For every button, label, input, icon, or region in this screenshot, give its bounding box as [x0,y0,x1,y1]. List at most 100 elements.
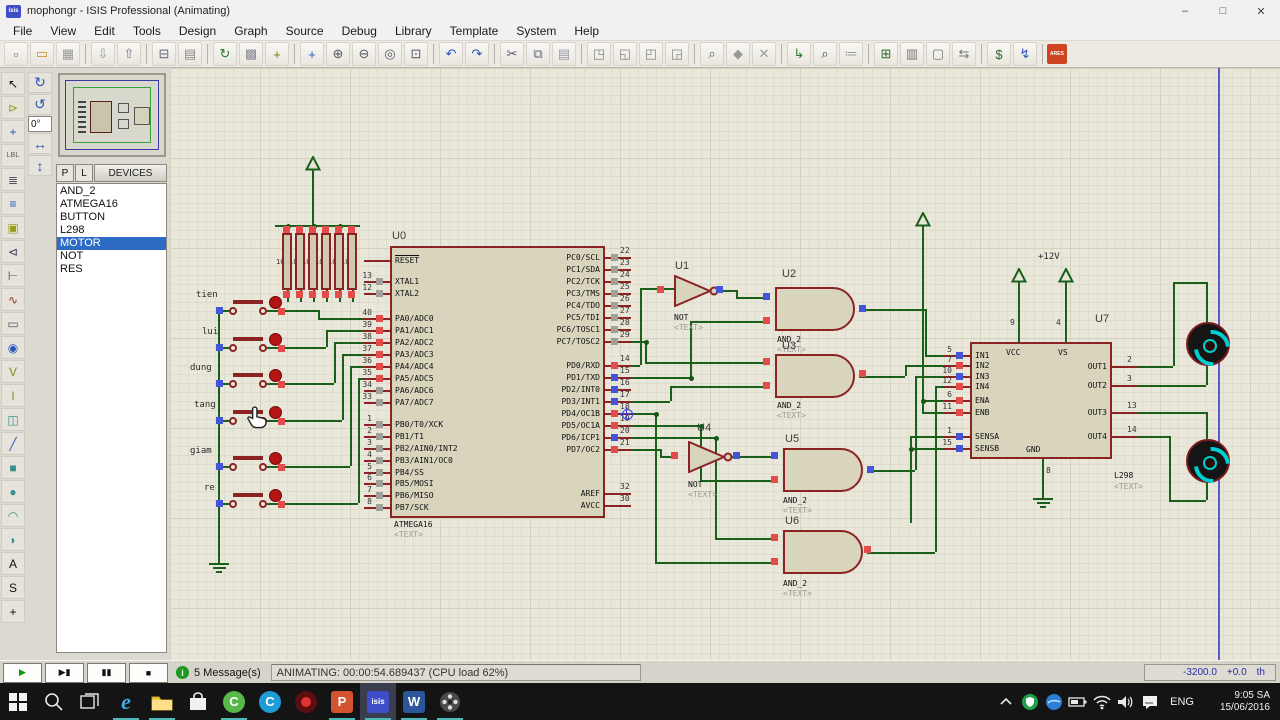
language-indicator[interactable]: ENG [1162,696,1202,708]
tool-line-2d[interactable]: ╱ [1,432,25,455]
pullup-resistor[interactable] [347,233,357,290]
volume-icon[interactable] [1114,683,1138,720]
tool-terminal-mode[interactable]: ⊲ [1,240,25,263]
tool-text-script-mode[interactable]: ≣ [1,168,25,191]
menu-view[interactable]: View [41,23,85,39]
toolbar-block-copy[interactable]: ◳ [587,42,611,66]
toolbar-open-design[interactable]: ▭ [30,42,54,66]
pullup-resistor[interactable] [295,233,305,290]
not-gate-u1[interactable] [674,275,720,312]
toolbar-bill-of-materials[interactable]: $ [987,42,1011,66]
toolbar-block-rotate[interactable]: ◰ [639,42,663,66]
pullup-resistor[interactable] [334,233,344,290]
toolbar-block-delete[interactable]: ◲ [665,42,689,66]
toolbar-toggle-grid[interactable]: ▩ [239,42,263,66]
toolbar-property-assignment[interactable]: ≔ [839,42,863,66]
push-button-lui[interactable] [233,337,263,341]
menu-library[interactable]: Library [386,23,441,39]
taskbar-coc-coc-browser[interactable]: C [216,683,252,720]
sim-step-button[interactable]: ▶▮ [45,663,84,683]
schematic-canvas[interactable]: RESET13XTAL112XTAL240PA0/ADC039PA1/ADC13… [170,68,1280,660]
sidebar-mirror-v-button[interactable]: ↕ [28,155,52,176]
device-item-res[interactable]: RES [57,263,166,276]
driver-u7-body[interactable] [970,342,1112,459]
tool-graph-mode[interactable]: ∿ [1,288,25,311]
restore-button[interactable]: □ [1204,0,1242,22]
device-item-motor[interactable]: MOTOR [57,237,166,250]
pullup-resistor[interactable] [321,233,331,290]
library-button[interactable]: L [75,164,93,182]
tool-marker-2d[interactable]: + [1,600,25,623]
taskbar-edge[interactable]: e [108,683,144,720]
taskbar-store[interactable] [180,683,216,720]
device-item-button[interactable]: BUTTON [57,211,166,224]
sim-pause-button[interactable]: ▮▮ [87,663,126,683]
pullup-resistor[interactable] [282,233,292,290]
menu-system[interactable]: System [507,23,565,39]
toolbar-cut[interactable]: ✂ [500,42,524,66]
toolbar-import-section[interactable]: ⇩ [91,42,115,66]
taskbar-task-view[interactable] [72,683,108,720]
toolbar-goto-sheet[interactable]: ⇆ [952,42,976,66]
toolbar-remove-sheet[interactable]: ▢ [926,42,950,66]
pick-devices-button[interactable]: P [56,164,74,182]
notifications-icon[interactable] [1138,683,1162,720]
toolbar-new-sheet[interactable]: ▥ [900,42,924,66]
tool-wire-label-mode[interactable]: LBL [1,144,25,167]
dc-motor[interactable] [1186,439,1230,483]
wifi-icon[interactable] [1090,683,1114,720]
menu-tools[interactable]: Tools [124,23,170,39]
toolbar-electrical-rule-check[interactable]: ↯ [1013,42,1037,66]
and-gate-u6[interactable] [783,530,863,574]
toolbar-redo[interactable]: ↷ [465,42,489,66]
sidebar-rotate-ccw-button[interactable]: ↺ [28,94,52,115]
toolbar-zoom-out[interactable]: ⊖ [352,42,376,66]
message-count[interactable]: 5 Message(s) [194,667,261,679]
and-gate-u3[interactable] [775,354,855,398]
rotation-angle-field[interactable]: 0° [28,116,52,132]
toolbar-redraw[interactable]: ↻ [213,42,237,66]
toolbar-search-tag[interactable]: ⌕ [813,42,837,66]
sim-play-button[interactable]: ▶ [3,663,42,683]
tool-selection-mode[interactable]: ↖ [1,72,25,95]
taskbar-word[interactable]: W [396,683,432,720]
battery-icon[interactable] [1066,683,1090,720]
minimize-button[interactable]: – [1166,0,1204,22]
tool-component-mode[interactable]: ⊳ [1,96,25,119]
toolbar-pick-parts[interactable]: ⌕ [700,42,724,66]
toolbar-paste[interactable]: ▤ [552,42,576,66]
tool-virtual-instruments-mode[interactable]: ◫ [1,408,25,431]
toolbar-zoom-all[interactable]: ◎ [378,42,402,66]
device-item-not[interactable]: NOT [57,250,166,263]
taskbar-isis-proteus[interactable]: isis [360,683,396,720]
toolbar-origin[interactable]: + [265,42,289,66]
pullup-resistor[interactable] [308,233,318,290]
taskbar-file-explorer[interactable] [144,683,180,720]
menu-source[interactable]: Source [277,23,333,39]
menu-graph[interactable]: Graph [225,23,276,39]
sidebar-rotate-cw-button[interactable]: ↻ [28,72,52,93]
antivirus-icon[interactable] [1018,683,1042,720]
not-gate-u4[interactable] [688,441,734,478]
tool-current-probe-mode[interactable]: I [1,384,25,407]
and-gate-u2[interactable] [775,287,855,331]
toolbar-save-design[interactable]: ▦ [56,42,80,66]
tool-circle-2d[interactable]: ● [1,480,25,503]
menu-template[interactable]: Template [441,23,508,39]
menu-help[interactable]: Help [565,23,608,39]
push-button-dung[interactable] [233,373,263,377]
menu-debug[interactable]: Debug [333,23,386,39]
toolbar-pan[interactable]: + [300,42,324,66]
menu-design[interactable]: Design [170,23,225,39]
tool-bus-mode[interactable]: ≡ [1,192,25,215]
and-gate-u5[interactable] [783,448,863,492]
device-item-atmega16[interactable]: ATMEGA16 [57,198,166,211]
toolbar-undo[interactable]: ↶ [439,42,463,66]
taskbar-powerpoint[interactable]: P [324,683,360,720]
tool-path-2d[interactable]: ◗ [1,528,25,551]
taskbar-red-app[interactable] [288,683,324,720]
push-button-tien[interactable] [233,300,263,304]
tool-text-2d[interactable]: A [1,552,25,575]
device-item-l298[interactable]: L298 [57,224,166,237]
toolbar-decompose[interactable]: ✕ [752,42,776,66]
